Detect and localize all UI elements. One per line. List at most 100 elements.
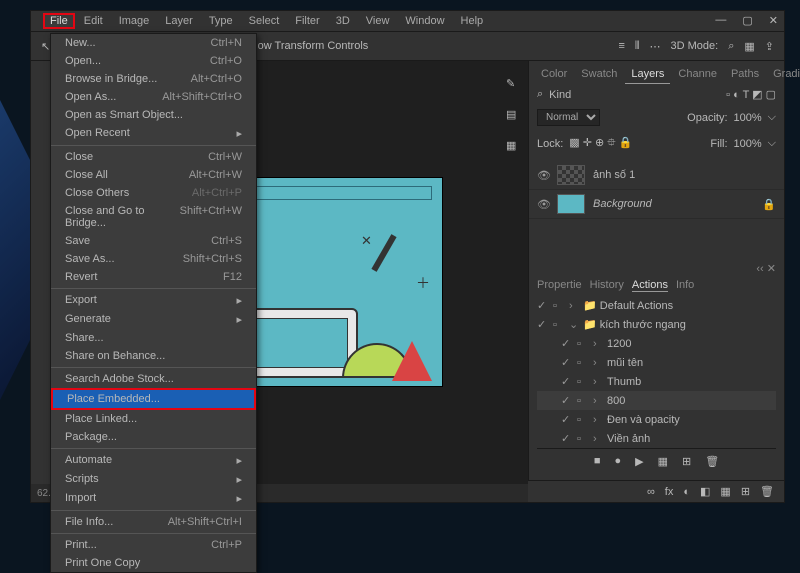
tab-swatch[interactable]: Swatch — [575, 65, 623, 84]
menu-item-automate[interactable]: Automate — [51, 451, 256, 470]
menu-item-open-[interactable]: Open...Ctrl+O — [51, 52, 256, 70]
menu-item-revert[interactable]: RevertF12 — [51, 268, 256, 286]
menu-item-new-[interactable]: New...Ctrl+N — [51, 34, 256, 52]
panel-icon[interactable]: ▦ — [506, 139, 520, 152]
layer-toolbar: ∞ fx ◐ ◧ ▦ ⊞ 🗑 — [528, 480, 784, 502]
layer-button[interactable]: ◧ — [700, 485, 710, 498]
layer-row[interactable]: 👁Background🔒 — [529, 190, 784, 219]
menu-item-open-as-[interactable]: Open As...Alt+Shift+Ctrl+O — [51, 88, 256, 106]
menu-item-close-all[interactable]: Close AllAlt+Ctrl+W — [51, 166, 256, 184]
action-button[interactable]: ● — [614, 455, 621, 468]
layer-button[interactable]: ▦ — [720, 485, 730, 498]
tab-gradien[interactable]: Gradien — [767, 65, 800, 84]
menu-item-close[interactable]: CloseCtrl+W — [51, 148, 256, 166]
action-item[interactable]: ✓▫›Viền ảnh — [537, 429, 776, 448]
align-icon[interactable]: ⫴ — [635, 40, 640, 53]
menu-help[interactable]: Help — [454, 13, 491, 29]
menu-select[interactable]: Select — [242, 13, 287, 29]
action-button[interactable]: ▶ — [635, 455, 643, 468]
action-item[interactable]: ✓▫›1200 — [537, 334, 776, 353]
menu-file[interactable]: File — [43, 13, 75, 29]
action-item[interactable]: ✓▫›mũi tên — [537, 353, 776, 372]
menu-item-import[interactable]: Import — [51, 489, 256, 508]
menu-item-package-: Package... — [51, 428, 256, 446]
menubar: FileEditImageLayerTypeSelectFilter3DView… — [31, 11, 784, 31]
action-button[interactable]: 🗑 — [705, 455, 719, 468]
layer-button[interactable]: 🗑 — [760, 485, 774, 498]
menu-item-place-embedded-[interactable]: Place Embedded... — [53, 390, 254, 408]
tab-info[interactable]: Info — [676, 279, 694, 292]
swatch-icon[interactable]: ▤ — [506, 108, 520, 121]
tab-layers[interactable]: Layers — [625, 65, 670, 84]
menu-item-open-recent[interactable]: Open Recent — [51, 124, 256, 143]
tab-history[interactable]: History — [590, 279, 624, 292]
menu-item-close-and-go-to-bridge-[interactable]: Close and Go to Bridge...Shift+Ctrl+W — [51, 202, 256, 232]
brush-icon[interactable]: ✎ — [506, 77, 520, 90]
close-icon[interactable]: ✕ — [769, 14, 778, 27]
collapsed-panels[interactable]: ✎ ▤ ▦ — [506, 77, 520, 152]
visibility-icon[interactable]: 👁 — [537, 169, 549, 182]
transform-controls-label: Show Transform Controls — [244, 40, 368, 52]
menu-item-save-as-[interactable]: Save As...Shift+Ctrl+S — [51, 250, 256, 268]
menu-item-share-on-behance-[interactable]: Share on Behance... — [51, 347, 256, 365]
opacity-value[interactable]: 100% — [734, 112, 762, 124]
menu-view[interactable]: View — [359, 13, 397, 29]
maximize-icon[interactable]: ▢ — [742, 14, 752, 27]
menu-type[interactable]: Type — [202, 13, 240, 29]
tab-actions[interactable]: Actions — [632, 279, 668, 292]
menu-edit[interactable]: Edit — [77, 13, 110, 29]
layer-button[interactable]: fx — [665, 486, 674, 498]
layer-button[interactable]: ⊞ — [741, 485, 750, 498]
menu-item-file-info-[interactable]: File Info...Alt+Shift+Ctrl+I — [51, 513, 256, 531]
menu-item-print-one-copy[interactable]: Print One Copy — [51, 554, 256, 572]
align-icon[interactable]: ⋯ — [650, 40, 661, 53]
search-icon[interactable]: ⌕ — [728, 40, 734, 53]
opacity-label: Opacity: — [687, 112, 727, 124]
actions-panel: ‹‹ ✕ PropertieHistoryActionsInfo ✓▫›📁 De… — [529, 262, 784, 480]
lock-label: Lock: — [537, 138, 563, 150]
menu-item-save[interactable]: SaveCtrl+S — [51, 232, 256, 250]
workspace-icon[interactable]: ▦ — [744, 40, 754, 53]
layer-button[interactable]: ∞ — [647, 486, 655, 498]
menu-3d[interactable]: 3D — [329, 13, 357, 29]
menu-image[interactable]: Image — [112, 13, 157, 29]
action-button[interactable]: ■ — [594, 455, 601, 468]
menu-item-scripts[interactable]: Scripts — [51, 470, 256, 489]
menu-window[interactable]: Window — [398, 13, 451, 29]
action-button[interactable]: ▦ — [658, 455, 668, 468]
fill-value[interactable]: 100% — [734, 138, 762, 150]
menu-item-place-linked-[interactable]: Place Linked... — [51, 410, 256, 428]
tab-propertie[interactable]: Propertie — [537, 279, 582, 292]
menu-item-browse-in-bridge-[interactable]: Browse in Bridge...Alt+Ctrl+O — [51, 70, 256, 88]
align-icon[interactable]: ≡ — [618, 40, 624, 52]
fill-label: Fill: — [710, 138, 727, 150]
menu-item-print-[interactable]: Print...Ctrl+P — [51, 536, 256, 554]
menu-item-export[interactable]: Export — [51, 291, 256, 310]
layer-thumb — [557, 165, 585, 185]
visibility-icon[interactable]: 👁 — [537, 198, 549, 211]
blend-mode-select[interactable]: Normal — [537, 109, 600, 126]
menu-item-open-as-smart-object-[interactable]: Open as Smart Object... — [51, 106, 256, 124]
menu-item-share-[interactable]: Share... — [51, 329, 256, 347]
layer-button[interactable]: ◐ — [683, 486, 690, 498]
layer-name: Background — [593, 198, 652, 210]
menu-item-search-adobe-stock-[interactable]: Search Adobe Stock... — [51, 370, 256, 388]
tab-color[interactable]: Color — [535, 65, 573, 84]
action-item[interactable]: ✓▫›800 — [537, 391, 776, 410]
minimize-icon[interactable]: — — [715, 14, 726, 27]
panel-tabs: ColorSwatchLayersChannePathsGradienPatte… — [529, 61, 784, 84]
action-item[interactable]: ✓▫›Thumb — [537, 372, 776, 391]
tab-channe[interactable]: Channe — [672, 65, 723, 84]
action-item[interactable]: ✓▫›Đen và opacity — [537, 410, 776, 429]
window-controls: — ▢ ✕ — [715, 14, 778, 27]
action-item[interactable]: ✓▫›📁 Default Actions — [537, 296, 776, 315]
action-item[interactable]: ✓▫⌄📁 kích thước ngang — [537, 315, 776, 334]
menu-item-generate[interactable]: Generate — [51, 310, 256, 329]
menu-layer[interactable]: Layer — [158, 13, 200, 29]
share-icon[interactable]: ⇪ — [765, 40, 774, 53]
move-tool-icon[interactable]: ↖ — [41, 40, 50, 53]
action-button[interactable]: ⊞ — [682, 455, 691, 468]
menu-filter[interactable]: Filter — [288, 13, 326, 29]
layer-row[interactable]: 👁ảnh số 1 — [529, 161, 784, 190]
tab-paths[interactable]: Paths — [725, 65, 765, 84]
